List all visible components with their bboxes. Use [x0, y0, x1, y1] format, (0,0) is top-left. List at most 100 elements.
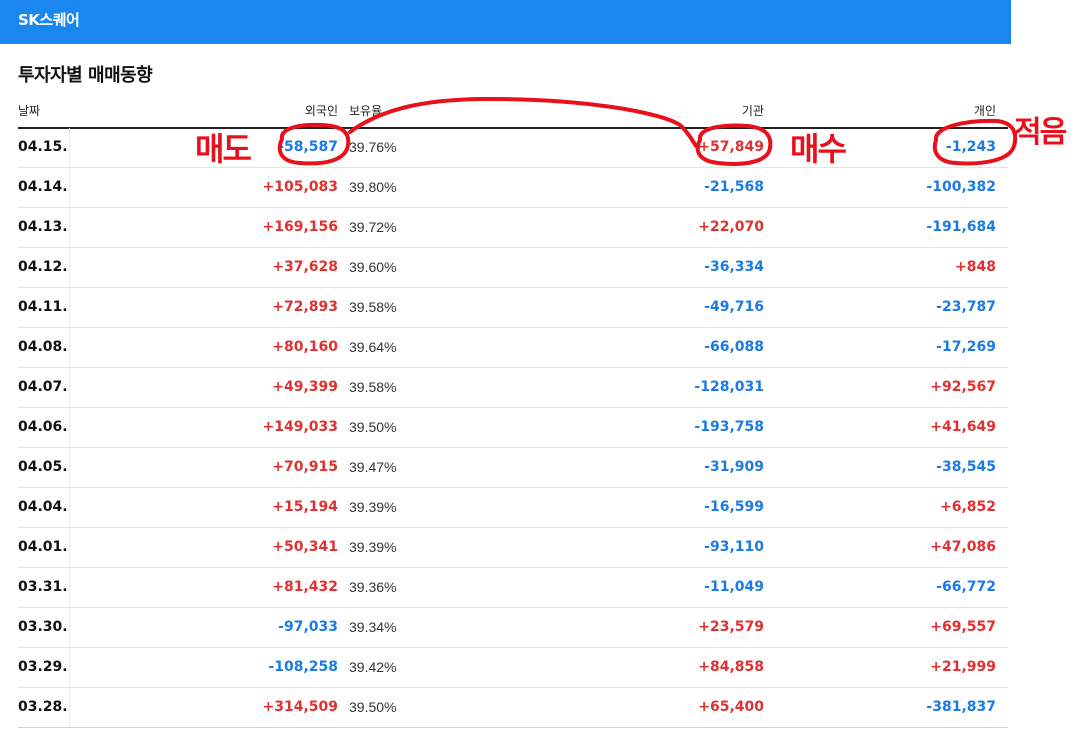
cell-institution: +23,579	[698, 619, 764, 635]
cell-institution: -49,716	[704, 299, 764, 315]
col-holding-header: 보유율	[349, 104, 383, 118]
column-divider	[69, 368, 70, 407]
cell-holding: 39.39%	[349, 499, 397, 515]
cell-foreign: +70,915	[272, 459, 338, 475]
cell-institution: +65,400	[698, 699, 764, 715]
table-row: 04.13. +169,156 39.72% +22,070 -191,684	[18, 208, 1008, 248]
cell-foreign: +72,893	[272, 299, 338, 315]
cell-institution: +22,070	[698, 219, 764, 235]
cell-date: 03.30.	[18, 619, 68, 635]
cell-date: 04.01.	[18, 539, 68, 555]
cell-foreign: +314,509	[262, 699, 339, 715]
cell-individual: -38,545	[936, 459, 996, 475]
table-header: 날짜 외국인 보유율 기관 개인	[18, 98, 1008, 129]
cell-date: 04.08.	[18, 339, 68, 355]
cell-foreign: +50,341	[272, 539, 338, 555]
cell-date: 04.05.	[18, 459, 68, 475]
table-row: 03.30. -97,033 39.34% +23,579 +69,557	[18, 608, 1008, 648]
cell-individual: -100,382	[926, 179, 996, 195]
column-divider	[69, 528, 70, 567]
col-date-header: 날짜	[18, 104, 41, 118]
table-row: 03.29. -108,258 39.42% +84,858 +21,999	[18, 648, 1008, 688]
cell-holding: 39.80%	[349, 179, 397, 195]
table-row: 04.04. +15,194 39.39% -16,599 +6,852	[18, 488, 1008, 528]
cell-foreign: +105,083	[262, 179, 339, 195]
column-divider	[69, 208, 70, 247]
cell-holding: 39.42%	[349, 659, 397, 675]
cell-holding: 39.39%	[349, 539, 397, 555]
column-divider	[69, 488, 70, 527]
table-row: 03.31. +81,432 39.36% -11,049 -66,772	[18, 568, 1008, 608]
cell-date: 03.31.	[18, 579, 68, 595]
cell-institution: -93,110	[704, 539, 764, 555]
cell-institution: -128,031	[694, 379, 764, 395]
cell-date: 04.07.	[18, 379, 68, 395]
annotation-buy: 매수	[790, 130, 847, 168]
cell-individual: +848	[955, 259, 996, 275]
cell-foreign: +149,033	[262, 419, 339, 435]
annotation-sell: 매도	[195, 130, 252, 168]
table-row: 04.08. +80,160 39.64% -66,088 -17,269	[18, 328, 1008, 368]
cell-holding: 39.50%	[349, 699, 397, 715]
cell-institution: -11,049	[704, 579, 764, 595]
cell-holding: 39.34%	[349, 619, 397, 635]
cell-individual: -381,837	[926, 699, 996, 715]
cell-date: 04.04.	[18, 499, 68, 515]
col-foreign-header: 외국인	[304, 104, 338, 118]
cell-foreign: -97,033	[278, 619, 338, 635]
column-divider	[69, 248, 70, 287]
column-divider	[69, 168, 70, 207]
table-row: 04.12. +37,628 39.60% -36,334 +848	[18, 248, 1008, 288]
cell-individual: -66,772	[936, 579, 996, 595]
cell-holding: 39.58%	[349, 299, 397, 315]
column-divider	[69, 288, 70, 327]
column-divider	[69, 448, 70, 487]
cell-individual: -191,684	[926, 219, 996, 235]
cell-individual: -17,269	[936, 339, 996, 355]
cell-individual: -1,243	[945, 139, 996, 155]
cell-foreign: +49,399	[272, 379, 338, 395]
col-individual-header: 개인	[973, 104, 996, 118]
cell-individual: +47,086	[930, 539, 996, 555]
table-row: 04.07. +49,399 39.58% -128,031 +92,567	[18, 368, 1008, 408]
cell-holding: 39.76%	[349, 139, 397, 155]
cell-institution: -31,909	[704, 459, 764, 475]
trading-table-body: 04.15. -58,587 39.76% +57,849 -1,243 04.14. +1…	[18, 128, 1008, 728]
cell-holding: 39.58%	[349, 379, 397, 395]
cell-institution: -36,334	[704, 259, 764, 275]
annotation-few: 적음	[1014, 115, 1067, 150]
cell-holding: 39.72%	[349, 219, 397, 235]
cell-foreign: +169,156	[262, 219, 339, 235]
cell-individual: +92,567	[930, 379, 996, 395]
column-divider	[69, 568, 70, 607]
cell-holding: 39.36%	[349, 579, 397, 595]
table-row: 04.11. +72,893 39.58% -49,716 -23,787	[18, 288, 1008, 328]
table-row: 03.28. +314,509 39.50% +65,400 -381,837	[18, 688, 1008, 728]
cell-foreign: -108,258	[268, 659, 338, 675]
cell-individual: +41,649	[930, 419, 996, 435]
table-row: 04.06. +149,033 39.50% -193,758 +41,649	[18, 408, 1008, 448]
column-divider	[69, 688, 70, 727]
column-divider	[69, 328, 70, 367]
column-divider	[69, 128, 70, 167]
cell-date: 04.06.	[18, 419, 68, 435]
cell-holding: 39.50%	[349, 419, 397, 435]
table-row: 04.05. +70,915 39.47% -31,909 -38,545	[18, 448, 1008, 488]
cell-holding: 39.60%	[349, 259, 397, 275]
stock-header-bar: SK스퀘어	[0, 0, 1011, 44]
cell-holding: 39.64%	[349, 339, 397, 355]
col-institution-header: 기관	[741, 104, 764, 118]
cell-foreign: -58,587	[278, 139, 338, 155]
cell-individual: +69,557	[930, 619, 996, 635]
cell-date: 03.28.	[18, 699, 68, 715]
cell-date: 04.14.	[18, 179, 68, 195]
column-divider	[69, 648, 70, 687]
cell-foreign: +81,432	[272, 579, 338, 595]
stock-name[interactable]: SK스퀘어	[18, 9, 80, 30]
cell-institution: +57,849	[698, 139, 764, 155]
section-title: 투자자별 매매동향	[18, 65, 153, 86]
cell-foreign: +37,628	[272, 259, 338, 275]
table-row: 04.14. +105,083 39.80% -21,568 -100,382	[18, 168, 1008, 208]
cell-individual: -23,787	[936, 299, 996, 315]
cell-individual: +6,852	[939, 499, 996, 515]
